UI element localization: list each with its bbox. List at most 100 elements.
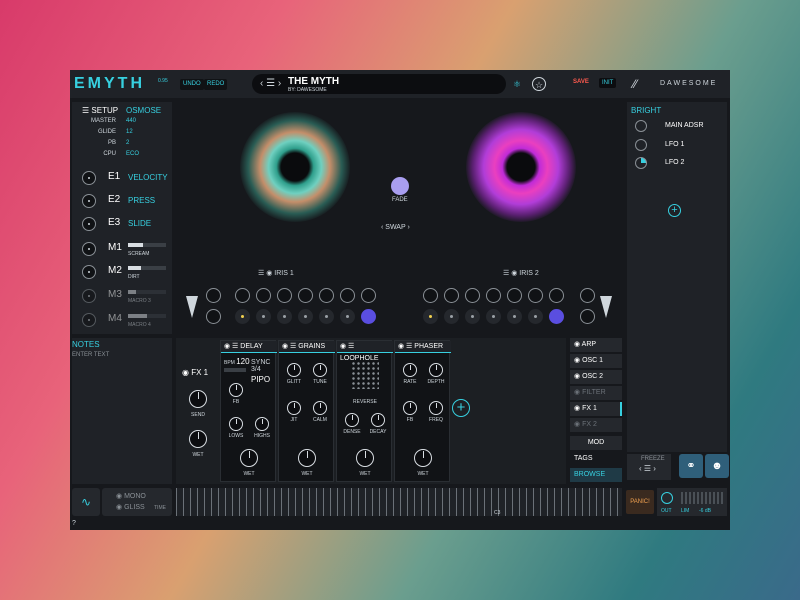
section-osc2[interactable]: ◉ OSC 2 — [570, 370, 622, 384]
iris-1-link-icon[interactable] — [206, 288, 221, 303]
link-icon[interactable]: ⚭ — [679, 454, 703, 478]
iris-2-label[interactable]: ☰ ◉ IRIS 2 — [503, 269, 539, 277]
macro-m4[interactable]: M4 MACRO 4 — [72, 310, 172, 332]
iris-2-circle-icon[interactable] — [444, 288, 459, 303]
preset-nav-icon[interactable]: ‹ ☰ › — [260, 78, 281, 89]
bright-item-lfo2[interactable]: LFO 2 — [635, 157, 725, 171]
shape-fan-icon[interactable] — [298, 288, 313, 303]
iris-1-dot-2[interactable] — [256, 309, 271, 324]
expression-e3[interactable]: E3 SLIDE — [72, 214, 172, 236]
section-fx2[interactable]: ◉ FX 2 — [570, 418, 622, 432]
tags-button[interactable]: TAGS — [570, 452, 622, 466]
waveform-icon[interactable]: ∿ — [72, 488, 100, 516]
e3-knob[interactable] — [82, 217, 96, 231]
grains-jit-knob[interactable] — [287, 401, 301, 415]
iris-2-half-icon[interactable] — [528, 288, 543, 303]
m2-bar[interactable] — [128, 266, 166, 270]
shape-circle-icon[interactable] — [256, 288, 271, 303]
shape-pie-icon[interactable] — [235, 288, 250, 303]
iris-1-visual[interactable] — [240, 112, 350, 222]
panic-button[interactable]: PANIC! — [626, 490, 654, 514]
gliss-toggle[interactable]: ◉ GLISS — [116, 503, 145, 511]
delay-highs-knob[interactable] — [255, 417, 269, 431]
bright-item-main-adsr[interactable]: MAIN ADSR — [635, 120, 725, 134]
redo-button[interactable]: REDO — [204, 79, 228, 90]
phaser-freq-knob[interactable] — [429, 401, 443, 415]
preset-selector[interactable]: ‹ ☰ › THE MYTH BY: DAWESOME — [252, 74, 506, 94]
fx1-toggle[interactable]: ◉ FX 1 — [182, 368, 208, 377]
iris-2-level-icon[interactable] — [600, 296, 612, 318]
iris-2-visual[interactable] — [466, 112, 576, 222]
grains-glitt-knob[interactable] — [287, 363, 301, 377]
e2-knob[interactable] — [82, 194, 96, 208]
m3-knob[interactable] — [82, 289, 96, 303]
iris-2-dot-5[interactable] — [507, 309, 522, 324]
iris-2-cross-icon[interactable] — [465, 288, 480, 303]
iris-1-dot-3[interactable] — [277, 309, 292, 324]
iris-1-dot-5[interactable] — [319, 309, 334, 324]
iris-2-bars-icon[interactable] — [486, 288, 501, 303]
phaser-depth-knob[interactable] — [429, 363, 443, 377]
section-filter[interactable]: ◉ FILTER — [570, 386, 622, 400]
loophole-dense-knob[interactable] — [345, 413, 359, 427]
star-icon[interactable]: ☆ — [532, 77, 546, 91]
shape-half-icon[interactable] — [340, 288, 355, 303]
browse-button[interactable]: BROWSE — [570, 468, 622, 482]
send-knob[interactable] — [189, 390, 207, 408]
delay-lows-knob[interactable] — [229, 417, 243, 431]
section-fx1[interactable]: ◉ FX 1 — [570, 402, 622, 416]
iris-1-level-icon[interactable] — [186, 296, 198, 318]
add-modulator-button[interactable]: + — [668, 204, 681, 217]
m4-knob[interactable] — [82, 313, 96, 327]
iris-2-fan-icon[interactable] — [507, 288, 522, 303]
out-knob[interactable] — [661, 492, 673, 504]
phaser-header[interactable]: ◉ ☰ PHASER — [395, 341, 451, 353]
iris-2-x-icon[interactable] — [549, 288, 564, 303]
macro-m1[interactable]: M1 SCREAM — [72, 239, 172, 261]
help-icon[interactable]: ? — [72, 520, 76, 527]
expression-e2[interactable]: E2 PRESS — [72, 191, 172, 213]
expression-e1[interactable]: E1 VELOCITY — [72, 168, 172, 190]
iris-2-dot-4[interactable] — [486, 309, 501, 324]
notes-input[interactable]: ENTER TEXT — [72, 352, 109, 358]
iris-2-dot-2[interactable] — [444, 309, 459, 324]
grains-tune-knob[interactable] — [313, 363, 327, 377]
delay-time-bar[interactable] — [224, 368, 246, 372]
main-adsr-knob[interactable] — [635, 120, 647, 132]
mascot-icon[interactable]: ☻ — [705, 454, 729, 478]
m2-knob[interactable] — [82, 265, 96, 279]
keyboard-strip[interactable]: C3 — [176, 488, 622, 516]
section-arp[interactable]: ◉ ARP — [570, 338, 622, 352]
phaser-wet-knob[interactable] — [414, 449, 432, 467]
iris-1-dot-1[interactable] — [235, 309, 250, 324]
grains-header[interactable]: ◉ ☰ GRAINS — [279, 341, 335, 353]
freeze-nav-icon[interactable]: ‹ ☰ › — [639, 464, 656, 473]
iris-2-dot-6[interactable] — [528, 309, 543, 324]
delay-mode[interactable]: PIPO — [251, 375, 270, 384]
mod-button[interactable]: MOD — [570, 436, 622, 450]
loophole-grid[interactable] — [351, 361, 379, 389]
undo-button[interactable]: UNDO — [180, 79, 204, 90]
grains-calm-knob[interactable] — [313, 401, 327, 415]
delay-fb-knob[interactable] — [229, 383, 243, 397]
fade-knob[interactable] — [391, 177, 409, 195]
swap-button[interactable]: ‹ SWAP › — [381, 224, 410, 231]
e1-knob[interactable] — [82, 171, 96, 185]
shape-bars-icon[interactable] — [319, 288, 334, 303]
freeze-control[interactable]: FREEZE ‹ ☰ › — [627, 454, 671, 480]
delay-header[interactable]: ◉ ☰ DELAY — [221, 341, 277, 353]
loophole-wet-knob[interactable] — [356, 449, 374, 467]
loophole-decay-knob[interactable] — [371, 413, 385, 427]
mono-toggle[interactable]: ◉ MONO — [116, 492, 146, 500]
atom-icon[interactable]: ⚛ — [510, 77, 524, 91]
iris-1-dot-4[interactable] — [298, 309, 313, 324]
add-fx-button[interactable]: + — [452, 399, 470, 417]
iris-2-link-icon[interactable] — [580, 288, 595, 303]
m4-bar[interactable] — [128, 314, 166, 318]
lfo2-knob[interactable] — [635, 157, 647, 169]
lfo1-knob[interactable] — [635, 139, 647, 151]
loophole-reverse[interactable]: REVERSE — [345, 399, 385, 405]
grains-wet-knob[interactable] — [298, 449, 316, 467]
iris-2-link2-icon[interactable] — [580, 309, 595, 324]
m3-bar[interactable] — [128, 290, 166, 294]
